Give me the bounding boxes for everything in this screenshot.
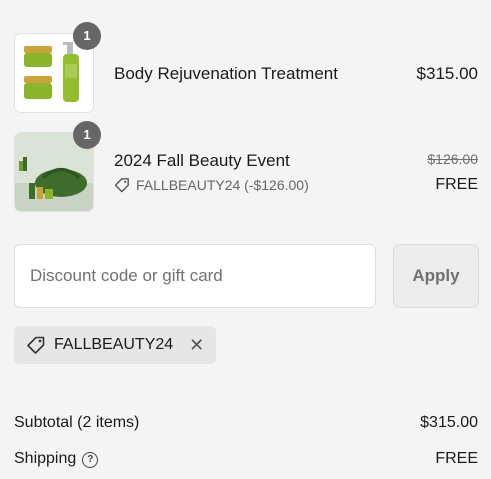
applied-discount: FALLBEAUTY24 (-$126.00) [114, 177, 309, 193]
applied-code-chip: FALLBEAUTY24 ✕ [14, 326, 217, 364]
product-price: $315.00 [416, 64, 478, 83]
quantity-badge: 1 [73, 121, 101, 149]
subtotal-row: Subtotal (2 items) $315.00 [14, 414, 478, 432]
line-item: 1 2024 Fall Beauty Event $126.00 FALLBEA… [14, 121, 478, 212]
help-icon[interactable]: ? [82, 452, 99, 468]
original-price: $126.00 [427, 151, 478, 167]
tag-icon [27, 336, 45, 354]
line-item: 1 Body Rejuvenation Treatment $315.00 [14, 22, 478, 113]
product-thumbnail: 1 [14, 22, 101, 113]
quantity-badge: 1 [73, 22, 101, 50]
subtotal-label: Subtotal (2 items) [14, 414, 140, 431]
product-name: 2024 Fall Beauty Event [114, 151, 290, 170]
shipping-value: FREE [435, 450, 478, 467]
product-thumbnail: 1 [14, 121, 101, 212]
product-name: Body Rejuvenation Treatment [114, 64, 338, 83]
shipping-row: Shipping? FREE [14, 450, 478, 468]
apply-button[interactable]: Apply [393, 244, 479, 308]
subtotal-value: $315.00 [420, 414, 478, 431]
remove-code-icon[interactable]: ✕ [189, 335, 204, 356]
tag-icon [114, 178, 129, 193]
discount-detail: FALLBEAUTY24 (-$126.00) [136, 177, 309, 193]
applied-code-label: FALLBEAUTY24 [54, 336, 174, 353]
discount-code-input[interactable] [14, 244, 376, 308]
shipping-label: Shipping [14, 450, 77, 467]
product-price: FREE [435, 176, 478, 193]
